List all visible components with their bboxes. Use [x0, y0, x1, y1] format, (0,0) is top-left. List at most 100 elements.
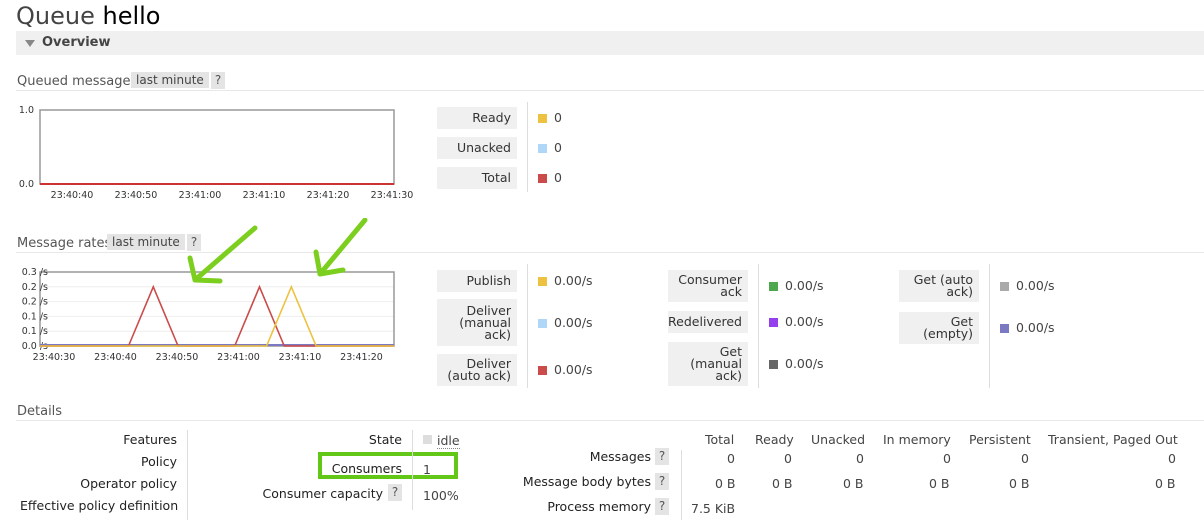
x-tick-label: 23:40:50	[115, 190, 158, 201]
x-tick-label: 23:41:10	[279, 352, 322, 363]
process-memory-value: 7.5 KiB	[691, 501, 736, 516]
messages-persistent: 0	[1021, 451, 1029, 466]
collapse-triangle-icon[interactable]	[25, 40, 35, 47]
y-tick-label: 0.1 /s	[22, 311, 48, 322]
legend-label: Total	[437, 167, 517, 189]
bytes-ready: 0 B	[772, 476, 793, 491]
legend-swatch	[1000, 324, 1009, 333]
queued-range-selector[interactable]: last minute	[131, 72, 209, 88]
legend-swatch	[769, 318, 778, 327]
state-label: State	[368, 432, 402, 447]
legend-label: Ready	[437, 107, 517, 129]
divider	[527, 102, 528, 192]
messages-unacked: 0	[856, 451, 864, 466]
legend-value: 0.00/s	[554, 314, 593, 330]
legend-value: 0.00/s	[785, 314, 824, 329]
legend-swatch	[538, 318, 547, 328]
col-ready: Ready	[755, 432, 794, 447]
divider	[16, 90, 1204, 91]
queued-help-icon[interactable]: ?	[211, 72, 225, 89]
state-indicator-icon	[423, 435, 432, 444]
annotation-arrows	[187, 218, 368, 284]
effective-policy-label: Effective policy definition	[20, 498, 179, 513]
consumer-capacity-label: Consumer capacity	[262, 486, 383, 501]
y-tick-label: 0.1 /s	[22, 326, 48, 337]
messages-transient: 0	[1168, 451, 1176, 466]
consumers-label: Consumers	[331, 461, 402, 476]
bytes-persistent: 0 B	[1009, 476, 1030, 491]
legend-label: Get (empty)	[899, 312, 979, 344]
messages-row-label: Messages	[589, 449, 651, 464]
overview-label[interactable]: Overview	[42, 35, 111, 50]
bytes-transient: 0 B	[1155, 476, 1176, 491]
legend-swatch	[538, 144, 547, 153]
annotation-arrow-1	[192, 225, 258, 283]
divider	[16, 420, 1204, 421]
process-memory-help-icon[interactable]: ?	[655, 498, 669, 515]
messages-total: 0	[727, 451, 735, 466]
body-bytes-row-label: Message body bytes	[522, 474, 651, 489]
legend-label: Consumer ack	[668, 270, 748, 302]
details-title: Details	[17, 404, 63, 419]
legend-value: 0.00/s	[785, 278, 824, 293]
x-tick-label: 23:41:30	[371, 190, 414, 201]
annotation-arrow-2	[317, 218, 368, 277]
legend-swatch	[538, 114, 547, 123]
y-tick-label: 1.0	[19, 105, 34, 116]
x-tick-label: 23:41:00	[217, 352, 260, 363]
body-bytes-help-icon[interactable]: ?	[655, 473, 669, 490]
x-tick-label: 23:40:50	[156, 352, 199, 363]
legend-swatch	[538, 174, 547, 183]
legend-value: 0	[554, 110, 562, 125]
divider	[989, 264, 990, 388]
legend-value: 0.00/s	[1016, 278, 1055, 293]
y-tick-label: 0.2 /s	[22, 297, 48, 308]
consumers-value: 1	[423, 462, 431, 477]
queued-messages-title: Queued messages	[17, 74, 138, 89]
legend-label: Deliver (auto ack)	[437, 354, 517, 386]
process-memory-row-label: Process memory	[547, 499, 651, 514]
legend-swatch	[538, 277, 547, 286]
y-tick-label: 0.2 /s	[22, 282, 48, 293]
page-title: Queue hello	[16, 2, 160, 30]
legend-swatch	[1000, 282, 1009, 291]
chart-frame	[39, 109, 395, 185]
divider	[758, 264, 759, 388]
legend-value: 0	[554, 170, 562, 185]
messages-help-icon[interactable]: ?	[655, 448, 669, 465]
legend-value: 0.00/s	[554, 362, 593, 377]
capacity-help-icon[interactable]: ?	[388, 484, 402, 501]
legend-value: 0.00/s	[1016, 320, 1055, 335]
divider	[681, 450, 682, 520]
legend-label: Redelivered	[668, 311, 748, 333]
x-tick-label: 23:41:20	[340, 352, 383, 363]
x-tick-label: 23:41:10	[243, 190, 286, 201]
message-rates-title: Message rates	[17, 236, 112, 251]
state-value: idle	[437, 433, 460, 449]
divider	[187, 430, 188, 520]
title-prefix: Queue	[16, 2, 95, 30]
legend-value: 0.00/s	[554, 273, 593, 288]
consumer-capacity-value: 100%	[423, 488, 459, 503]
col-persistent: Persistent	[969, 432, 1031, 447]
messages-in-memory: 0	[943, 451, 951, 466]
legend-swatch	[538, 366, 547, 375]
overview-section-header[interactable]	[16, 31, 1204, 55]
x-tick-label: 23:40:30	[33, 352, 76, 363]
legend-label: Publish	[437, 270, 517, 292]
x-tick-label: 23:40:40	[51, 190, 94, 201]
x-tick-label: 23:40:40	[94, 352, 137, 363]
operator-policy-label: Operator policy	[80, 476, 177, 491]
divider	[412, 430, 413, 510]
x-tick-label: 23:41:20	[307, 190, 350, 201]
bytes-total: 0 B	[715, 476, 736, 491]
col-in-memory: In memory	[883, 432, 951, 447]
divider	[527, 264, 528, 388]
y-tick-label: 0.3 /s	[22, 267, 48, 278]
rates-range-selector[interactable]: last minute	[107, 234, 185, 250]
col-total: Total	[705, 432, 735, 447]
col-unacked: Unacked	[811, 432, 866, 447]
legend-label: Get (manual ack)	[668, 342, 748, 386]
queued-messages-chart: 1.0 0.0 23:40:40 23:40:50 23:41:00 23:41:10 23…	[19, 105, 414, 201]
y-tick-label: 0.0	[19, 179, 34, 190]
